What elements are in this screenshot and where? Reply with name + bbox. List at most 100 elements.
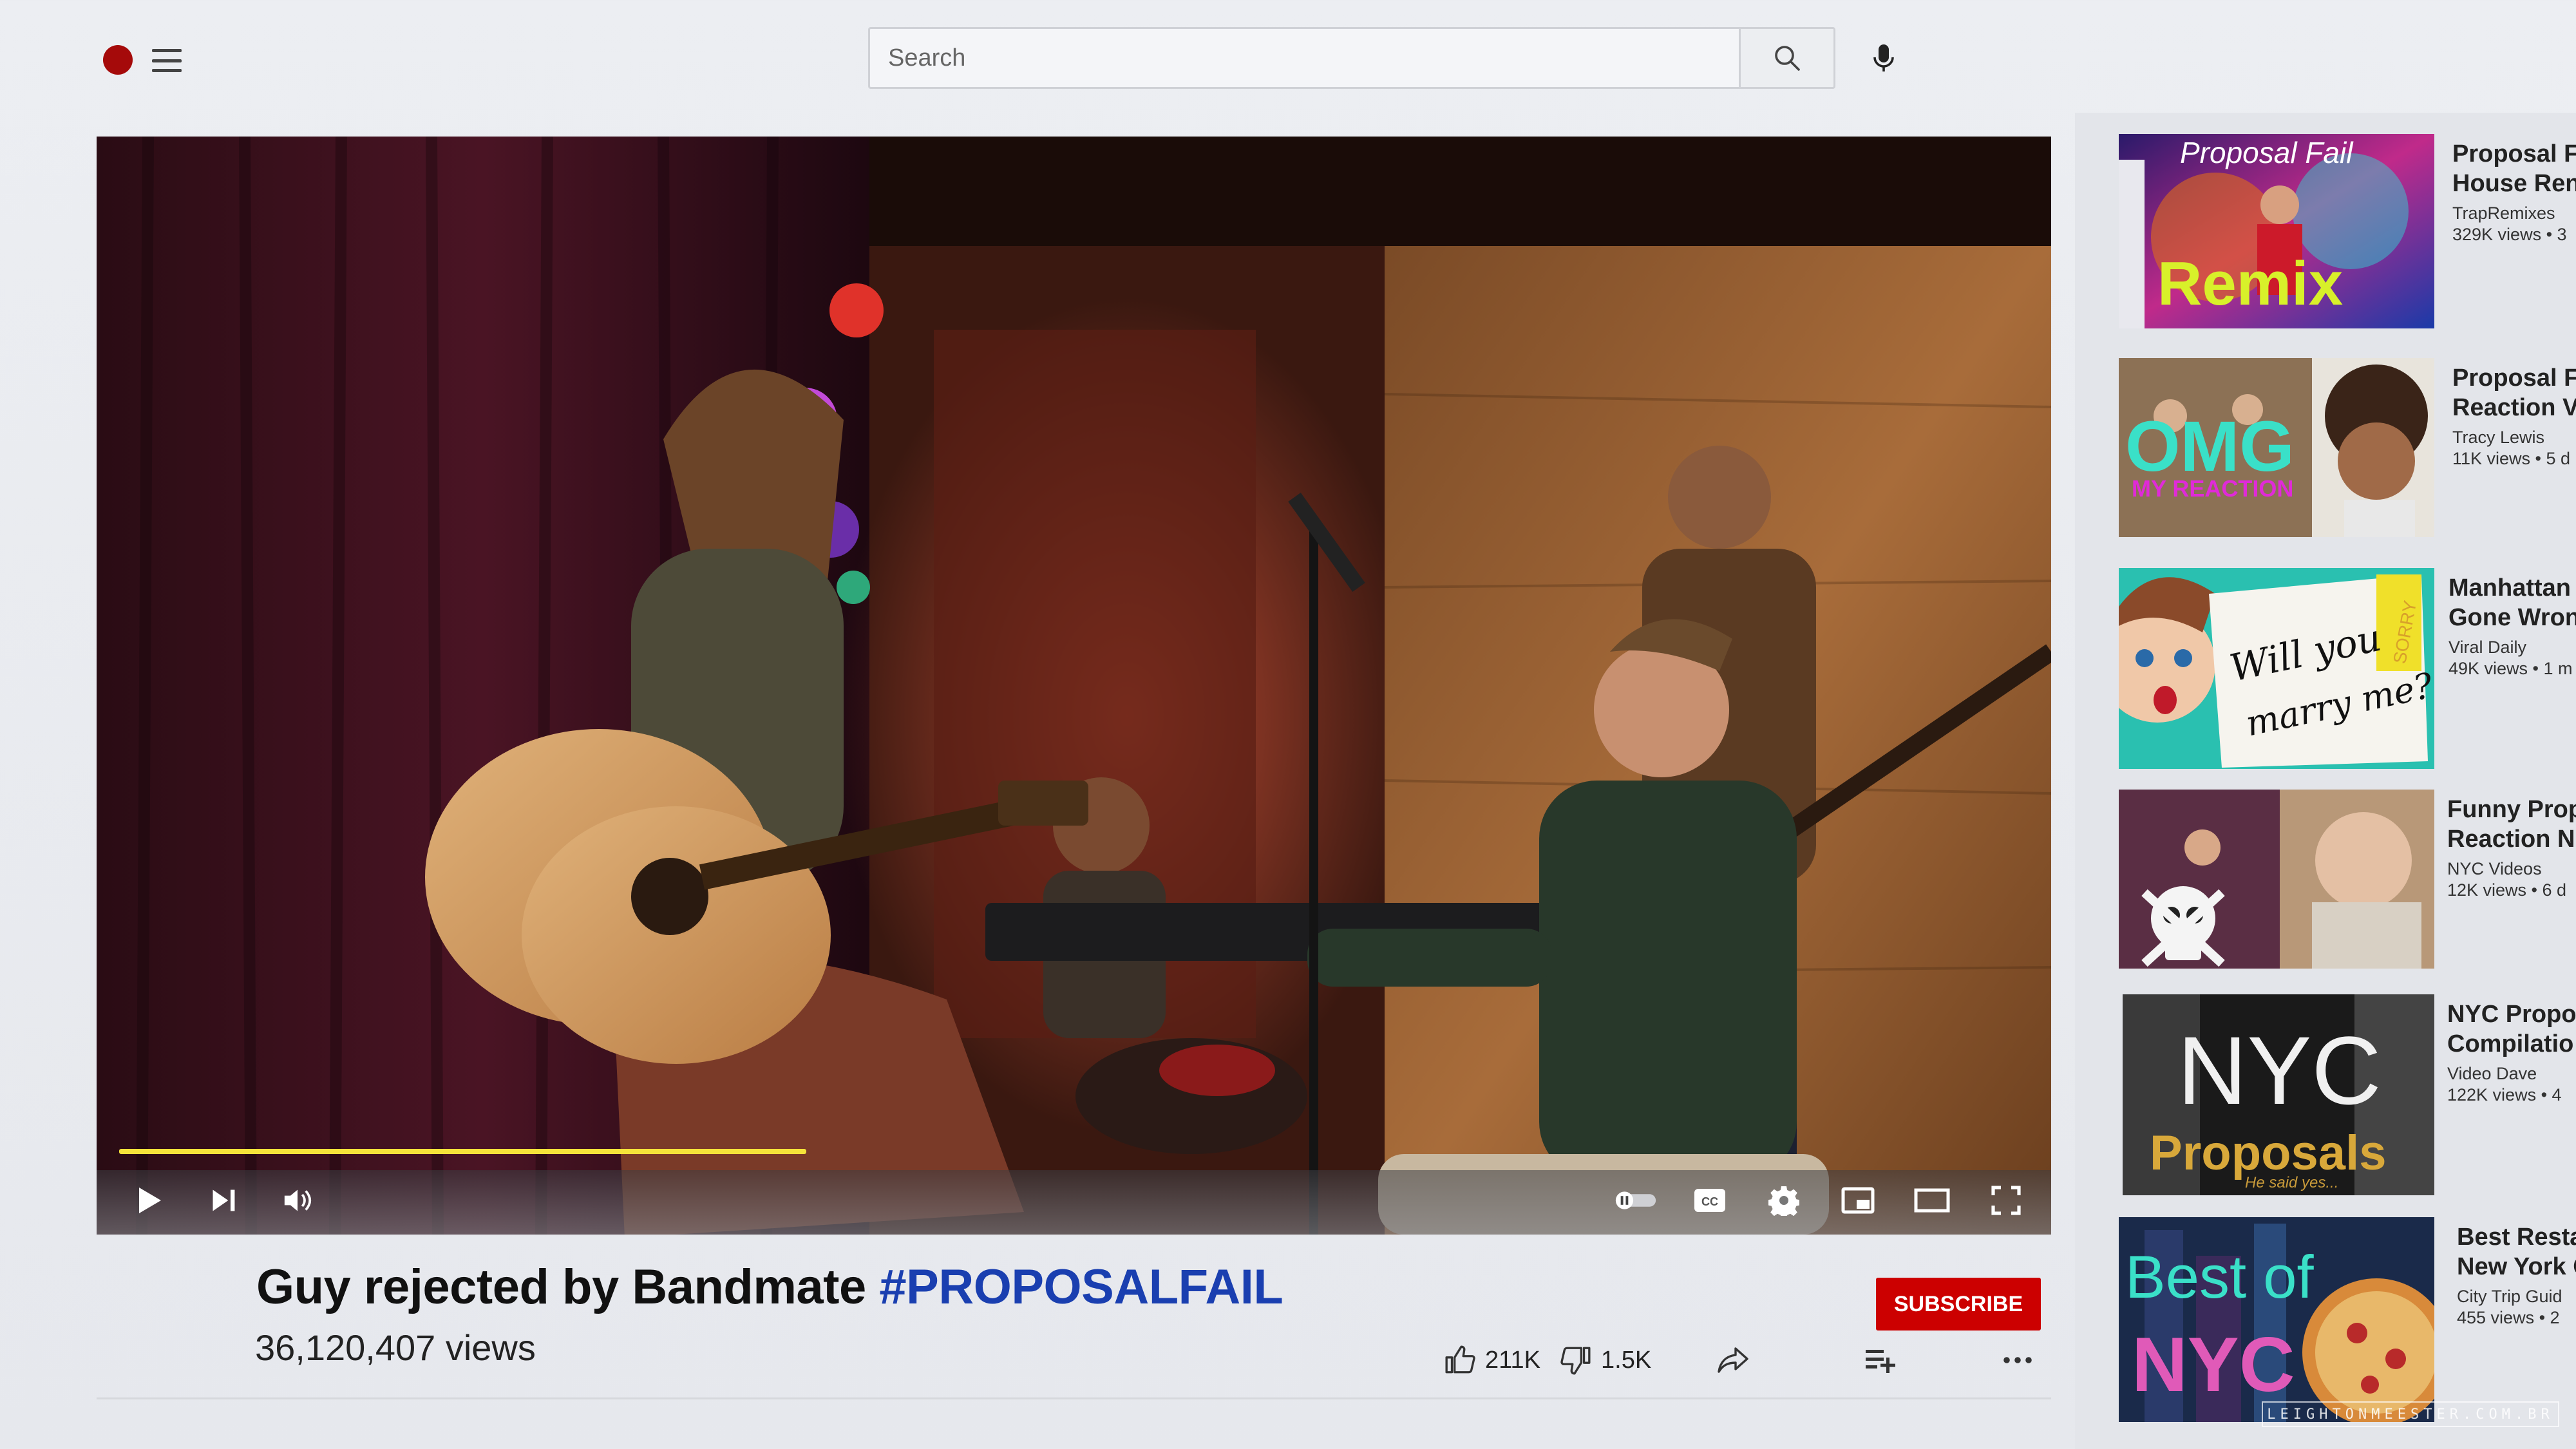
recommendation-title-line: Gone Wron [2448, 604, 2576, 631]
search-input[interactable] [888, 44, 1721, 72]
svg-text:CC: CC [1701, 1195, 1718, 1208]
like-button[interactable]: 211K [1444, 1341, 1540, 1379]
fullscreen-icon [1991, 1186, 2021, 1215]
recommendation-channel: NYC Videos [2447, 859, 2542, 878]
thumbs-down-icon [1560, 1347, 1591, 1375]
search-button[interactable] [1739, 27, 1835, 89]
thumbnail-text: OMG [2125, 407, 2295, 486]
thumbnail-text: NYC [2177, 1016, 2382, 1124]
thumbnail-text: MY REACTION [2132, 475, 2293, 502]
recommendation-views: 49K views • 1 m [2448, 659, 2573, 678]
play-icon [139, 1188, 161, 1213]
gear-icon [1768, 1186, 1799, 1216]
recommendation-channel: TrapRemixes [2452, 204, 2555, 223]
video-title-text: Guy rejected by Bandmate [256, 1260, 880, 1314]
thumbnail-image: Proposal Fail Remix [2119, 134, 2434, 328]
recommendation-thumbnail [2119, 790, 2434, 969]
thumbnail-text: He said yes... [2245, 1174, 2338, 1191]
logo-icon[interactable] [103, 45, 133, 75]
recommendation-channel: Video Dave [2447, 1064, 2537, 1083]
progress-bar-fill [119, 1149, 807, 1154]
recommendation-meta: Best Resta New York C City Trip Guid 455… [2457, 1222, 2576, 1328]
volume-icon [284, 1189, 312, 1211]
thumbnail-image: Will you marry me? SORRY [2119, 568, 2434, 769]
recommendation-title-line: Manhattan [2448, 574, 2571, 601]
recommendation-title-line: Proposal F [2452, 365, 2576, 392]
theater-mode-icon [1914, 1188, 1950, 1213]
recommendation-thumbnail: OMG MY REACTION [2119, 358, 2434, 537]
view-count-label: views [435, 1327, 536, 1368]
recommendation-meta: Funny Prop Reaction N NYC Videos 12K vie… [2447, 795, 2576, 900]
recommendation-title-line: Reaction N [2447, 826, 2575, 853]
miniplayer-icon [1841, 1187, 1875, 1214]
hamburger-menu-icon[interactable] [152, 49, 182, 72]
more-horizontal-icon [2003, 1357, 2032, 1363]
recommendation-title-line: Reaction V [2452, 394, 2576, 421]
share-button[interactable] [1716, 1341, 1750, 1379]
miniplayer-button[interactable] [1832, 1175, 1884, 1226]
recommendation-meta: NYC Propo Compilatio Video Dave 122K vie… [2447, 999, 2576, 1105]
search-input-container[interactable] [868, 27, 1739, 89]
thumbnail-image: Best of NYC [2119, 1217, 2434, 1422]
settings-button[interactable] [1758, 1175, 1810, 1226]
recommendation-meta: Proposal F Reaction V Tracy Lewis 11K vi… [2452, 363, 2576, 469]
recommendation-title-line: Funny Prop [2447, 796, 2576, 823]
recommendation-channel: Viral Daily [2448, 638, 2527, 657]
recommendation-thumbnail: Proposal Fail Remix [2119, 134, 2434, 328]
play-button[interactable] [124, 1175, 175, 1226]
recommendation-thumbnail: NYC Proposals He said yes... [2123, 994, 2438, 1195]
like-count: 211K [1485, 1346, 1540, 1374]
thumbnail-text: Best of [2125, 1243, 2314, 1311]
recommendation-item[interactable]: NYC Proposals He said yes... NYC Propo C… [2119, 994, 2576, 1195]
thumbs-up-icon [1445, 1345, 1475, 1374]
recommendation-title-line: New York C [2457, 1253, 2576, 1280]
video-frame [97, 137, 2051, 1235]
recommendation-thumbnail: Best of NYC [2119, 1217, 2434, 1422]
captions-button[interactable]: CC [1684, 1175, 1736, 1226]
video-title: Guy rejected by Bandmate #PROPOSALFAIL [256, 1259, 1283, 1315]
progress-bar[interactable] [119, 1149, 2029, 1154]
view-count-number: 36,120,407 [255, 1327, 436, 1368]
recommendation-title-line: Best Resta [2457, 1224, 2576, 1251]
video-title-hashtag[interactable]: #PROPOSALFAIL [879, 1260, 1283, 1314]
content-divider [97, 1397, 2051, 1399]
playlist-add-icon [1866, 1350, 1895, 1373]
voice-search-button[interactable] [1861, 36, 1906, 81]
recommendation-title-line: NYC Propo [2447, 1001, 2576, 1028]
recommendation-item[interactable]: Will you marry me? SORRY Manhattan Gone … [2119, 568, 2576, 769]
subscribe-button[interactable]: SUBSCRIBE [1876, 1278, 2041, 1331]
recommendation-channel: City Trip Guid [2457, 1287, 2562, 1306]
skip-next-icon [213, 1189, 235, 1211]
thumbnail-image [2119, 790, 2434, 969]
thumbnail-image: NYC Proposals He said yes... [2123, 994, 2434, 1195]
next-button[interactable] [198, 1175, 249, 1226]
recommendation-item[interactable]: Proposal Fail Remix Proposal F House Ren… [2119, 134, 2576, 334]
theater-mode-button[interactable] [1906, 1175, 1958, 1226]
recommendation-item[interactable]: Funny Prop Reaction N NYC Videos 12K vie… [2119, 790, 2576, 989]
fullscreen-button[interactable] [1980, 1175, 2032, 1226]
recommendation-meta: Manhattan Gone Wron Viral Daily 49K view… [2448, 573, 2576, 679]
recommendation-channel: Tracy Lewis [2452, 428, 2545, 447]
save-to-playlist-button[interactable] [1864, 1341, 1898, 1379]
dislike-count: 1.5K [1601, 1346, 1652, 1374]
view-count: 36,120,407 views [255, 1327, 536, 1368]
volume-button[interactable] [272, 1175, 323, 1226]
recommendation-views: 11K views • 5 d [2452, 449, 2571, 468]
recommendation-meta: Proposal F House Ren TrapRemixes 329K vi… [2452, 139, 2576, 245]
video-player[interactable]: CC [97, 137, 2051, 1235]
recommendation-title-line: Compilatio [2447, 1030, 2574, 1057]
thumbnail-image: OMG MY REACTION [2119, 358, 2434, 537]
share-icon [1718, 1347, 1748, 1373]
recommendation-views: 329K views • 3 [2452, 225, 2567, 244]
recommendation-views: 455 views • 2 [2457, 1308, 2560, 1327]
recommendation-item[interactable]: OMG MY REACTION Proposal F Reaction V Tr… [2119, 358, 2576, 558]
autoplay-toggle[interactable] [1610, 1175, 1662, 1226]
recommendation-item[interactable]: Best of NYC Best Resta New York C City T… [2119, 1217, 2576, 1422]
thumbnail-text: Remix [2157, 249, 2343, 318]
more-options-button[interactable] [2003, 1341, 2032, 1379]
dislike-button[interactable]: 1.5K [1560, 1341, 1651, 1379]
thumbnail-text: Proposals [2150, 1126, 2386, 1180]
recommendation-thumbnail: Will you marry me? SORRY [2119, 568, 2434, 769]
search-icon [1775, 46, 1800, 71]
microphone-icon [1873, 44, 1894, 71]
